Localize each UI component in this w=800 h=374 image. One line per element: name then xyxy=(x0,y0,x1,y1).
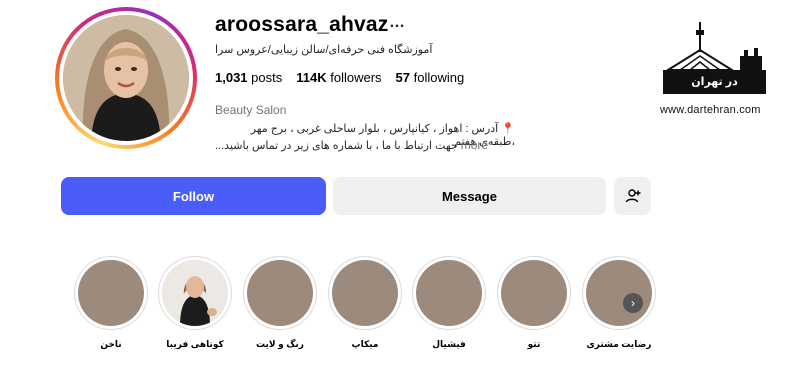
highlight-item[interactable]: ناخن xyxy=(74,256,148,350)
highlight-item[interactable]: تتو xyxy=(497,256,571,350)
posts-stat[interactable]: 1,031 posts xyxy=(215,70,282,85)
follow-button[interactable]: Follow xyxy=(61,177,326,215)
highlight-portrait-icon xyxy=(162,260,228,326)
posts-label: posts xyxy=(251,70,283,85)
highlight-label: میکاپ xyxy=(351,339,379,349)
followers-count: 114K xyxy=(296,70,327,85)
highlight-item[interactable]: رنگ و لایت xyxy=(243,256,317,350)
dartehran-logo: در تهران www.dartehran.com xyxy=(660,20,772,120)
highlight-cover xyxy=(586,260,652,326)
followers-stat[interactable]: 114K followers xyxy=(296,70,381,85)
highlight-cover xyxy=(78,260,144,326)
highlight-label: کوتاهی فریبا xyxy=(166,339,224,349)
highlight-cover xyxy=(162,260,228,326)
highlight-ring xyxy=(497,256,571,330)
highlight-ring xyxy=(582,256,656,330)
profile-stats: 1,031 posts 114K followers 57 following xyxy=(215,70,464,85)
address-contact-text: جهت ارتباط با ما ، با شماره های زیر در ت… xyxy=(215,140,458,152)
followers-label: followers xyxy=(330,70,382,85)
highlight-item[interactable]: کوتاهی فریبا xyxy=(158,256,232,350)
following-count: 57 xyxy=(395,70,411,85)
following-label: following xyxy=(413,70,465,85)
highlight-label: تتو xyxy=(527,339,541,349)
highlight-label: رنگ و لایت xyxy=(256,339,304,349)
highlight-ring xyxy=(328,256,402,330)
profile-address-line2: جهت ارتباط با ما ، با شماره های زیر در ت… xyxy=(215,138,488,152)
highlight-ring xyxy=(74,256,148,330)
profile-avatar-ring[interactable] xyxy=(55,7,197,149)
logo-brand-text: در تهران xyxy=(663,70,766,94)
logo-url: www.dartehran.com xyxy=(660,104,761,116)
highlight-ring xyxy=(243,256,317,330)
avatar[interactable] xyxy=(63,15,189,141)
highlight-ring xyxy=(158,256,232,330)
more-options-icon[interactable]: … xyxy=(389,14,406,32)
milad-tower-icon xyxy=(664,22,762,71)
following-stat[interactable]: 57 following xyxy=(396,70,465,85)
highlight-cover xyxy=(247,260,313,326)
more-link[interactable]: more xyxy=(461,138,488,152)
profile-category: Beauty Salon xyxy=(215,103,287,117)
profile-bio-title: آموزشگاه فنی حرفه‌ای/سالن زیبایی/عروس سر… xyxy=(215,44,433,56)
profile-username: aroossara_ahvaz xyxy=(215,13,389,36)
highlight-ring xyxy=(412,256,486,330)
highlight-label: رضایت مشتری xyxy=(586,339,652,349)
highlight-label: ناخن xyxy=(100,339,122,349)
suggest-users-button[interactable] xyxy=(614,177,651,215)
highlight-label: فیشیال xyxy=(432,339,466,349)
highlight-item[interactable]: میکاپ xyxy=(328,256,402,350)
posts-count: 1,031 xyxy=(215,70,248,85)
add-user-icon xyxy=(625,189,640,203)
chevron-right-icon[interactable]: › xyxy=(623,293,643,313)
avatar-border xyxy=(59,11,193,145)
highlight-cover xyxy=(332,260,398,326)
highlight-item[interactable]: فیشیال xyxy=(412,256,486,350)
highlight-item[interactable]: رضایت مشتری xyxy=(582,256,656,350)
message-button[interactable]: Message xyxy=(333,177,606,215)
highlight-cover xyxy=(501,260,567,326)
avatar-portrait-icon xyxy=(63,15,189,141)
highlight-cover xyxy=(416,260,482,326)
